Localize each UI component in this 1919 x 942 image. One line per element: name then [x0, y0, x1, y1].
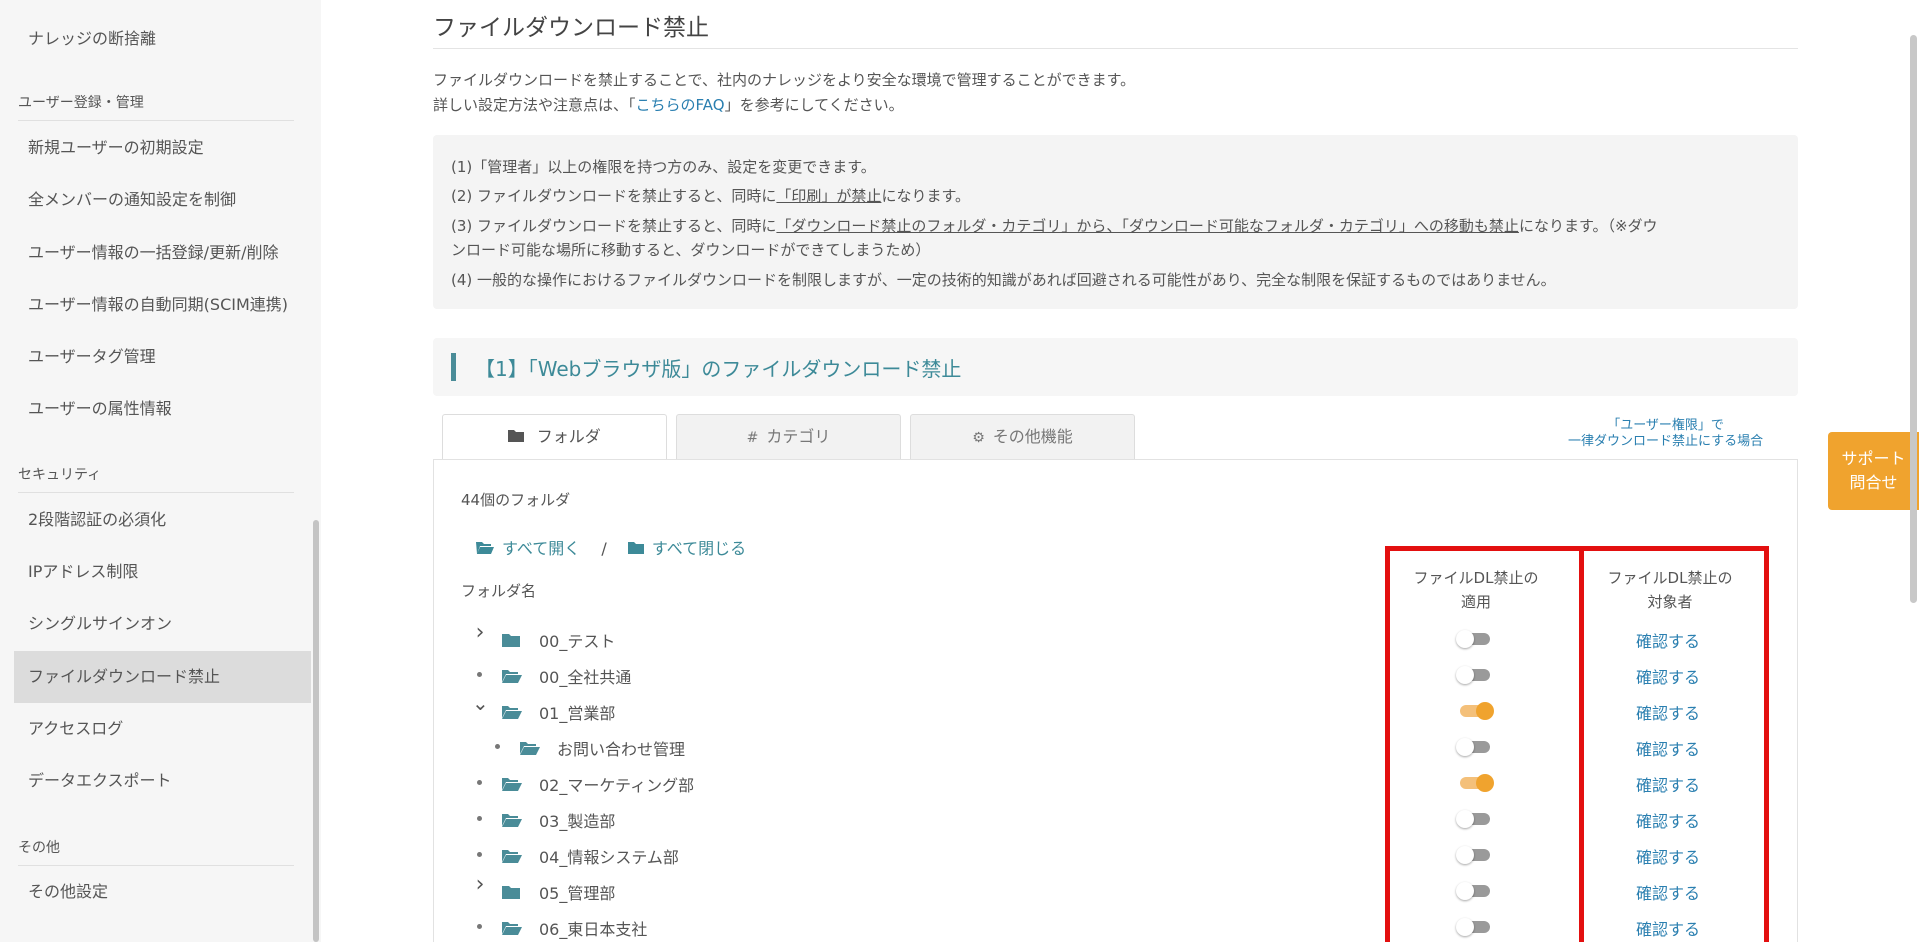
sidebar-item-ip-restriction[interactable]: IPアドレス制限	[14, 546, 311, 598]
sidebar-item-2fa[interactable]: 2段階認証の必須化	[14, 494, 311, 546]
sidebar-item-new-user-settings[interactable]: 新規ユーザーの初期設定	[14, 122, 311, 174]
support-line1: サポート	[1841, 449, 1906, 468]
sidebar-section-security: セキュリティ	[18, 464, 294, 493]
tab-folder[interactable]: フォルダ	[442, 414, 667, 461]
note-3-continued: ンロード可能な場所に移動すると、ダウンロードができてしまうため）	[451, 241, 931, 259]
folder-row-name[interactable]: 05_管理部	[539, 880, 615, 904]
folder-count: 44個のフォルダ	[461, 491, 571, 509]
sidebar-item-access-log[interactable]: アクセスログ	[14, 703, 311, 755]
expand-all-label: すべて開く	[502, 539, 581, 558]
folder-row-name[interactable]: 03_製造部	[539, 808, 615, 832]
note-1: (1)「管理者」以上の権限を持つ方のみ、設定を変更できます。	[451, 158, 876, 176]
faq-suffix: 」を参考にしてください。	[724, 96, 904, 114]
note-3: (3) ファイルダウンロードを禁止すると、同時に「ダウンロード禁止のフォルダ・カ…	[451, 215, 1658, 236]
gear-icon: ⚙	[972, 430, 985, 446]
tab-folder-label: フォルダ	[536, 427, 601, 446]
chevron-down-icon[interactable]: ⌄	[472, 691, 489, 715]
collapse-all-button[interactable]: すべて閉じる	[627, 539, 747, 558]
chevron-right-icon[interactable]: ›	[472, 620, 488, 645]
folder-row-name[interactable]: 00_全社共通	[539, 664, 631, 688]
folder-row-name[interactable]: お問い合わせ管理	[557, 736, 685, 760]
folder-closed-icon	[627, 540, 644, 558]
hash-icon: #	[746, 430, 759, 446]
page-description: ファイルダウンロードを禁止することで、社内のナレッジをより安全な環境で管理するこ…	[433, 71, 1136, 89]
sidebar-item-user-tags[interactable]: ユーザータグ管理	[14, 331, 311, 383]
bullet-icon	[477, 780, 482, 785]
folder-icon	[502, 884, 520, 899]
faq-link[interactable]: こちらのFAQ	[636, 96, 725, 114]
column-header-folder-name: フォルダ名	[461, 582, 537, 600]
folder-row-name[interactable]: 06_東日本支社	[539, 916, 647, 940]
collapse-all-label: すべて閉じる	[651, 539, 747, 558]
folder-open-icon	[502, 668, 522, 683]
faq-prefix: 詳しい設定方法や注意点は、「	[433, 96, 636, 114]
notes-box: (1)「管理者」以上の権限を持つ方のみ、設定を変更できます。 (2) ファイルダ…	[433, 135, 1798, 309]
folder-open-icon	[502, 776, 522, 791]
note-2: (2) ファイルダウンロードを禁止すると、同時に「印刷」が禁止になります。	[451, 185, 970, 206]
bullet-icon	[477, 852, 482, 857]
support-line2: 問合せ	[1849, 473, 1898, 492]
sidebar-item-knowledge-cleanup[interactable]: ナレッジの断捨離	[14, 13, 311, 65]
folder-open-icon	[476, 540, 494, 558]
sidebar-item-sso[interactable]: シングルサインオン	[14, 598, 311, 650]
folder-row-name[interactable]: 04_情報システム部	[539, 844, 679, 868]
sidebar-item-notification-control[interactable]: 全メンバーの通知設定を制御	[14, 174, 311, 226]
chevron-right-icon[interactable]: ›	[472, 872, 488, 897]
user-permission-link-line2: 一律ダウンロード禁止にする場合	[1568, 434, 1764, 449]
section-title: 【1】「Webブラウザ版」のファイルダウンロード禁止	[475, 357, 962, 381]
bullet-icon	[477, 816, 482, 821]
folder-open-icon	[502, 920, 522, 935]
bullet-icon	[495, 744, 500, 749]
note-3-underlined: 「ダウンロード禁止のフォルダ・カテゴリ」から、「ダウンロード可能なフォルダ・カテ…	[776, 217, 1519, 235]
bullet-icon	[477, 924, 482, 929]
expand-separator: /	[601, 539, 607, 558]
note-2-pre: (2) ファイルダウンロードを禁止すると、同時に	[451, 187, 777, 205]
sidebar: ナレッジの断捨離 ユーザー登録・管理 新規ユーザーの初期設定 全メンバーの通知設…	[0, 0, 321, 942]
sidebar-scrollbar[interactable]	[313, 520, 319, 942]
note-3-pre: (3) ファイルダウンロードを禁止すると、同時に	[451, 217, 777, 235]
user-permission-link-line1: 「ユーザー権限」で	[1607, 418, 1724, 433]
title-divider	[433, 48, 1798, 49]
folder-open-icon	[520, 740, 540, 755]
note-2-underlined: 「印刷」が禁止	[776, 187, 882, 205]
expand-controls: すべて開く / すべて閉じる	[476, 535, 746, 559]
note-4: (4) 一般的な操作におけるファイルダウンロードを制限しますが、一定の技術的知識…	[451, 271, 1556, 289]
user-permission-link[interactable]: 「ユーザー権限」で 一律ダウンロード禁止にする場合	[1568, 418, 1763, 450]
folder-row-name[interactable]: 00_テスト	[539, 628, 615, 652]
highlight-box-target	[1579, 546, 1769, 942]
page-description-faq: 詳しい設定方法や注意点は、「こちらのFAQ」を参考にしてください。	[433, 94, 904, 115]
tab-category-label: カテゴリ	[766, 427, 831, 446]
sidebar-item-user-attributes[interactable]: ユーザーの属性情報	[14, 383, 311, 435]
tab-category[interactable]: # カテゴリ	[676, 414, 901, 460]
expand-all-button[interactable]: すべて開く	[476, 539, 580, 558]
sidebar-item-file-download-ban[interactable]: ファイルダウンロード禁止	[14, 651, 311, 703]
note-2-post: になります。	[881, 187, 970, 205]
page-title: ファイルダウンロード禁止	[433, 15, 709, 41]
folder-icon	[502, 632, 520, 647]
folder-open-icon	[502, 812, 522, 827]
folder-open-icon	[502, 848, 522, 863]
sidebar-item-other-settings[interactable]: その他設定	[14, 866, 311, 918]
folder-icon	[508, 430, 528, 446]
support-button[interactable]: サポート 問合せ	[1828, 432, 1919, 510]
folder-open-icon	[502, 704, 522, 719]
folder-row-name[interactable]: 02_マーケティング部	[539, 772, 694, 796]
note-3-post: になります。（※ダウ	[1518, 217, 1658, 235]
sidebar-item-bulk-user[interactable]: ユーザー情報の一括登録/更新/削除	[14, 227, 311, 279]
sidebar-item-scim[interactable]: ユーザー情報の自動同期(SCIM連携)	[14, 279, 311, 331]
tab-other-features[interactable]: ⚙ その他機能	[910, 414, 1135, 460]
sidebar-section-user-management: ユーザー登録・管理	[18, 92, 294, 121]
folder-row-name[interactable]: 01_営業部	[539, 700, 615, 724]
bullet-icon	[477, 672, 482, 677]
tab-other-label: その他機能	[992, 427, 1073, 446]
sidebar-section-other: その他	[18, 837, 294, 866]
section-accent-bar	[451, 353, 456, 381]
main-scrollbar[interactable]	[1910, 35, 1917, 603]
section-header: 【1】「Webブラウザ版」のファイルダウンロード禁止	[433, 338, 1798, 396]
sidebar-item-data-export[interactable]: データエクスポート	[14, 755, 311, 807]
highlight-box-apply	[1385, 546, 1584, 942]
